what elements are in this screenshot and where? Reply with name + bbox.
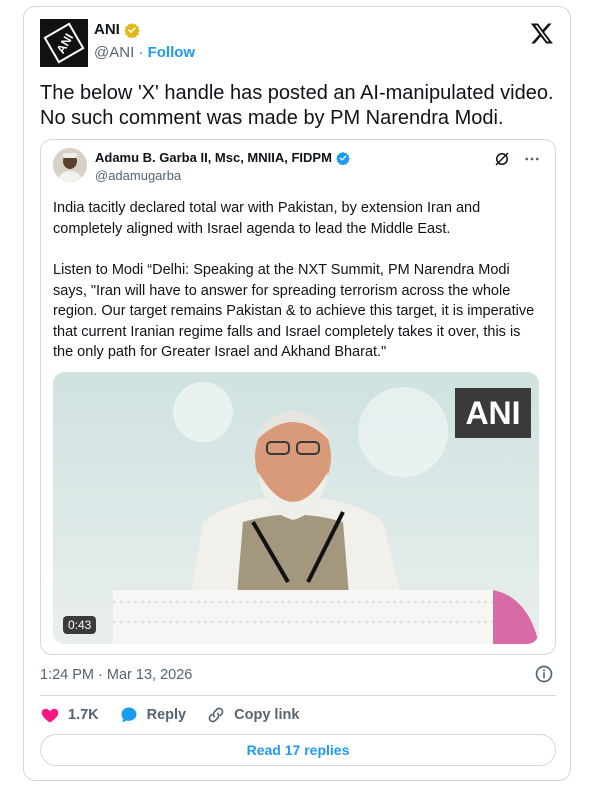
more-icon[interactable] bbox=[523, 150, 541, 168]
quoted-author-name[interactable]: Adamu B. Garba II, Msc, MNIIA, FIDPM bbox=[95, 150, 332, 165]
quoted-author-name-row[interactable]: Adamu B. Garba II, Msc, MNIIA, FIDPM bbox=[95, 150, 350, 165]
follow-button[interactable]: Follow bbox=[148, 44, 196, 61]
tweet-timestamp[interactable]: 1:24 PM · Mar 13, 2026 bbox=[40, 667, 192, 683]
author-name[interactable]: ANI bbox=[94, 21, 120, 38]
tweet-text: The below 'X' handle has posted an AI-ma… bbox=[40, 82, 554, 129]
ani-avatar[interactable]: ANI bbox=[40, 19, 88, 67]
link-icon bbox=[208, 707, 224, 723]
author-sub-row: @ANI · Follow bbox=[94, 44, 195, 61]
video-watermark: ANI bbox=[465, 394, 521, 431]
quoted-paragraph-1: India tacitly declared total war with Pa… bbox=[53, 200, 481, 237]
separator: · bbox=[138, 44, 144, 61]
reply-icon bbox=[121, 707, 137, 723]
tweet-card: ANI ANI @ANI · Follow The below 'X' hand… bbox=[23, 6, 571, 781]
heart-icon bbox=[41, 708, 59, 723]
reply-button[interactable]: Reply bbox=[119, 705, 187, 725]
video-duration: 0:43 bbox=[63, 616, 97, 634]
reply-label: Reply bbox=[146, 707, 187, 723]
quoted-actions bbox=[493, 150, 541, 168]
verified-badge-icon bbox=[124, 22, 140, 38]
divider bbox=[40, 695, 556, 696]
quoted-paragraph-2: Listen to Modi “Delhi: Speaking at the N… bbox=[53, 262, 535, 360]
copy-link-label: Copy link bbox=[234, 707, 300, 723]
x-logo-icon[interactable] bbox=[530, 21, 554, 45]
author-name-row[interactable]: ANI bbox=[94, 21, 140, 38]
quoted-author-handle[interactable]: @adamugarba bbox=[95, 168, 181, 183]
info-icon[interactable] bbox=[534, 664, 554, 684]
read-replies-button[interactable]: Read 17 replies bbox=[40, 734, 556, 766]
author-handle[interactable]: @ANI bbox=[94, 44, 134, 61]
tweet-actions: 1.7K Reply Copy link bbox=[40, 705, 299, 725]
quoted-tweet[interactable]: Adamu B. Garba II, Msc, MNIIA, FIDPM @ad… bbox=[40, 139, 556, 655]
like-button[interactable]: 1.7K bbox=[40, 705, 99, 725]
video-player[interactable]: ANI 0:43 bbox=[53, 372, 539, 644]
quoted-tweet-text: India tacitly declared total war with Pa… bbox=[53, 198, 543, 384]
copy-link-button[interactable]: Copy link bbox=[206, 705, 299, 725]
quoted-author-avatar[interactable] bbox=[53, 148, 87, 182]
grok-icon[interactable] bbox=[493, 150, 511, 168]
verified-badge-icon bbox=[336, 151, 350, 165]
like-count: 1.7K bbox=[68, 707, 99, 723]
